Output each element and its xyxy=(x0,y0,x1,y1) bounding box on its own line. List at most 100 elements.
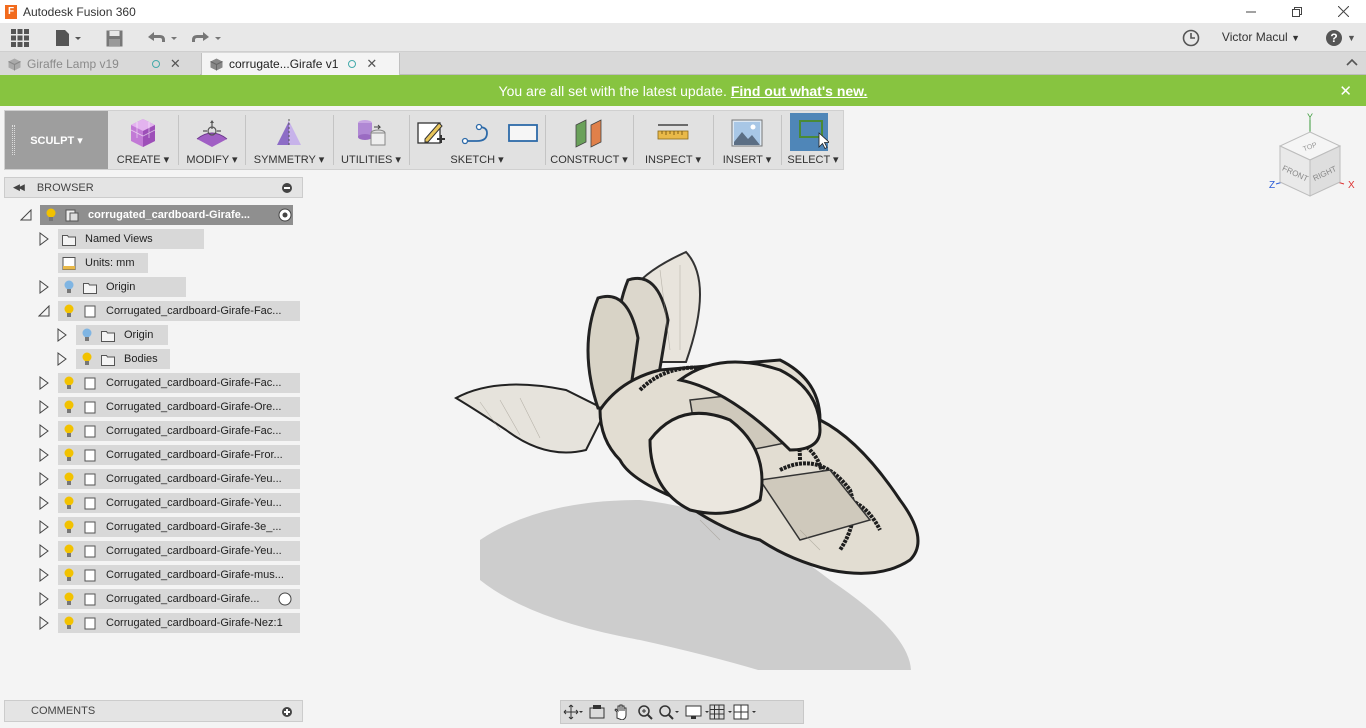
component-node[interactable]: Corrugated_cardboard-Girafe-Ore... xyxy=(58,397,300,417)
display-settings-icon[interactable] xyxy=(685,701,709,723)
collapsed-triangle-icon[interactable] xyxy=(38,592,50,606)
component-node[interactable]: Corrugated_cardboard-Girafe-Nez:1 xyxy=(58,613,300,633)
minimize-panel-icon[interactable] xyxy=(282,183,292,193)
save-icon[interactable] xyxy=(106,28,123,48)
component-node[interactable]: Corrugated_cardboard-Girafe-Yeu... xyxy=(58,541,300,561)
component-node[interactable]: Corrugated_cardboard-Girafe-Fac... xyxy=(58,373,300,393)
whats-new-link[interactable]: Find out what's new. xyxy=(731,83,868,99)
file-menu-icon[interactable] xyxy=(55,28,83,48)
collapsed-triangle-icon[interactable] xyxy=(38,472,50,486)
activate-radio-icon[interactable] xyxy=(278,592,292,606)
visibility-bulb-icon[interactable] xyxy=(64,280,74,294)
collapsed-triangle-icon[interactable] xyxy=(38,424,50,438)
undo-icon[interactable] xyxy=(146,28,178,48)
workspace-switcher[interactable]: SCULPT ▾ xyxy=(5,111,108,169)
component-node[interactable]: Corrugated_cardboard-Girafe-Fac... xyxy=(58,301,300,321)
utilities-group[interactable]: UTILITIES ▾ xyxy=(335,111,407,169)
data-panel-grid-icon[interactable] xyxy=(11,28,29,48)
sketch-group[interactable]: SKETCH ▾ xyxy=(411,111,543,169)
visibility-bulb-icon[interactable] xyxy=(64,424,74,438)
component-node[interactable]: Corrugated_cardboard-Girafe... xyxy=(58,589,300,609)
visibility-bulb-icon[interactable] xyxy=(64,568,74,582)
close-window-button[interactable] xyxy=(1320,0,1366,23)
inspect-group[interactable]: INSPECT ▾ xyxy=(635,111,711,169)
tab-giraffe-lamp[interactable]: Giraffe Lamp v19 ✕ xyxy=(0,53,200,75)
job-status-clock-icon[interactable] xyxy=(1182,28,1200,48)
collapsed-triangle-icon[interactable] xyxy=(38,616,50,630)
visibility-bulb-icon[interactable] xyxy=(82,352,92,366)
component-node[interactable]: Corrugated_cardboard-Girafe-Fac... xyxy=(58,421,300,441)
redo-icon[interactable] xyxy=(190,28,222,48)
bodies-node[interactable]: Bodies xyxy=(76,349,170,369)
collapse-panel-icon[interactable]: ◀◀ xyxy=(13,182,25,193)
visibility-bulb-icon[interactable] xyxy=(64,496,74,510)
look-at-icon[interactable] xyxy=(585,701,609,723)
restore-button[interactable] xyxy=(1274,0,1320,23)
visibility-bulb-icon[interactable] xyxy=(64,304,74,318)
component-node[interactable]: Corrugated_cardboard-Girafe-mus... xyxy=(58,565,300,585)
orbit-icon[interactable] xyxy=(561,701,585,723)
modify-group[interactable]: MODIFY ▾ xyxy=(181,111,243,169)
origin-node[interactable]: Origin xyxy=(58,277,186,297)
collapsed-triangle-icon[interactable] xyxy=(38,280,50,294)
visibility-bulb-icon[interactable] xyxy=(82,328,92,342)
origin-node[interactable]: Origin xyxy=(76,325,168,345)
close-tab-icon[interactable]: ✕ xyxy=(170,56,181,72)
visibility-bulb-icon[interactable] xyxy=(64,472,74,486)
help-icon[interactable]: ? ▼ xyxy=(1325,28,1356,48)
component-node[interactable]: Corrugated_cardboard-Girafe-3e_... xyxy=(58,517,300,537)
activate-radio-icon[interactable] xyxy=(278,208,292,222)
collapsed-triangle-icon[interactable] xyxy=(56,352,68,366)
collapse-tabs-chevron-up-icon[interactable] xyxy=(1346,56,1358,70)
component-node[interactable]: Corrugated_cardboard-Girafe-Yeu... xyxy=(58,469,300,489)
named-views-node[interactable]: Named Views xyxy=(58,229,204,249)
collapsed-triangle-icon[interactable] xyxy=(38,448,50,462)
minimize-button[interactable] xyxy=(1228,0,1274,23)
select-group[interactable]: SELECT ▾ xyxy=(783,111,843,169)
component-node[interactable]: Corrugated_cardboard-Girafe-Fror... xyxy=(58,445,300,465)
browser-panel-header[interactable]: ◀◀ BROWSER xyxy=(4,177,303,198)
collapsed-triangle-icon[interactable] xyxy=(38,400,50,414)
pan-hand-icon[interactable] xyxy=(609,701,633,723)
visibility-bulb-icon[interactable] xyxy=(64,616,74,630)
visibility-bulb-icon[interactable] xyxy=(64,400,74,414)
comments-panel-header[interactable]: COMMENTS xyxy=(4,700,303,722)
3d-model-viewport[interactable] xyxy=(440,240,940,695)
collapsed-triangle-icon[interactable] xyxy=(38,568,50,582)
user-account-menu[interactable]: Victor Macul ▼ xyxy=(1222,30,1300,44)
construct-group[interactable]: CONSTRUCT ▾ xyxy=(547,111,631,169)
grid-settings-icon[interactable] xyxy=(709,701,733,723)
fit-zoom-icon[interactable] xyxy=(657,701,681,723)
collapsed-triangle-icon[interactable] xyxy=(38,232,50,246)
expanded-triangle-icon[interactable] xyxy=(38,305,50,317)
folder-icon xyxy=(62,234,76,246)
expanded-triangle-icon[interactable] xyxy=(20,209,32,221)
create-group[interactable]: CREATE ▾ xyxy=(109,111,177,169)
component-icon xyxy=(84,425,96,437)
visibility-bulb-icon[interactable] xyxy=(64,544,74,558)
units-node[interactable]: Units: mm xyxy=(58,253,148,273)
navigation-bar xyxy=(560,700,804,724)
insert-group[interactable]: INSERT ▾ xyxy=(715,111,779,169)
zoom-icon[interactable] xyxy=(633,701,657,723)
root-component-node[interactable]: corrugated_cardboard-Girafe... xyxy=(40,205,293,225)
collapsed-triangle-icon[interactable] xyxy=(38,520,50,534)
component-node[interactable]: Corrugated_cardboard-Girafe-Yeu... xyxy=(58,493,300,513)
tab-corrugated-girafe[interactable]: corrugate...Girafe v1 ✕ xyxy=(201,53,400,75)
visibility-bulb-icon[interactable] xyxy=(64,592,74,606)
collapsed-triangle-icon[interactable] xyxy=(56,328,68,342)
visibility-bulb-icon[interactable] xyxy=(64,376,74,390)
viewports-icon[interactable] xyxy=(733,701,757,723)
collapsed-triangle-icon[interactable] xyxy=(38,376,50,390)
visibility-bulb-icon[interactable] xyxy=(46,208,56,222)
toolbar-ribbon: SCULPT ▾ CREATE ▾ MODIFY ▾ SYMMETRY ▾ UT… xyxy=(4,110,844,170)
collapsed-triangle-icon[interactable] xyxy=(38,496,50,510)
symmetry-group[interactable]: SYMMETRY ▾ xyxy=(248,111,330,169)
close-tab-icon[interactable]: ✕ xyxy=(366,56,377,72)
view-cube[interactable]: Y X Z TOP FRONT RIGHT xyxy=(1266,112,1356,208)
collapsed-triangle-icon[interactable] xyxy=(38,544,50,558)
visibility-bulb-icon[interactable] xyxy=(64,520,74,534)
close-notice-icon[interactable]: ✕ xyxy=(1339,82,1352,100)
add-comment-icon[interactable] xyxy=(282,707,292,717)
visibility-bulb-icon[interactable] xyxy=(64,448,74,462)
